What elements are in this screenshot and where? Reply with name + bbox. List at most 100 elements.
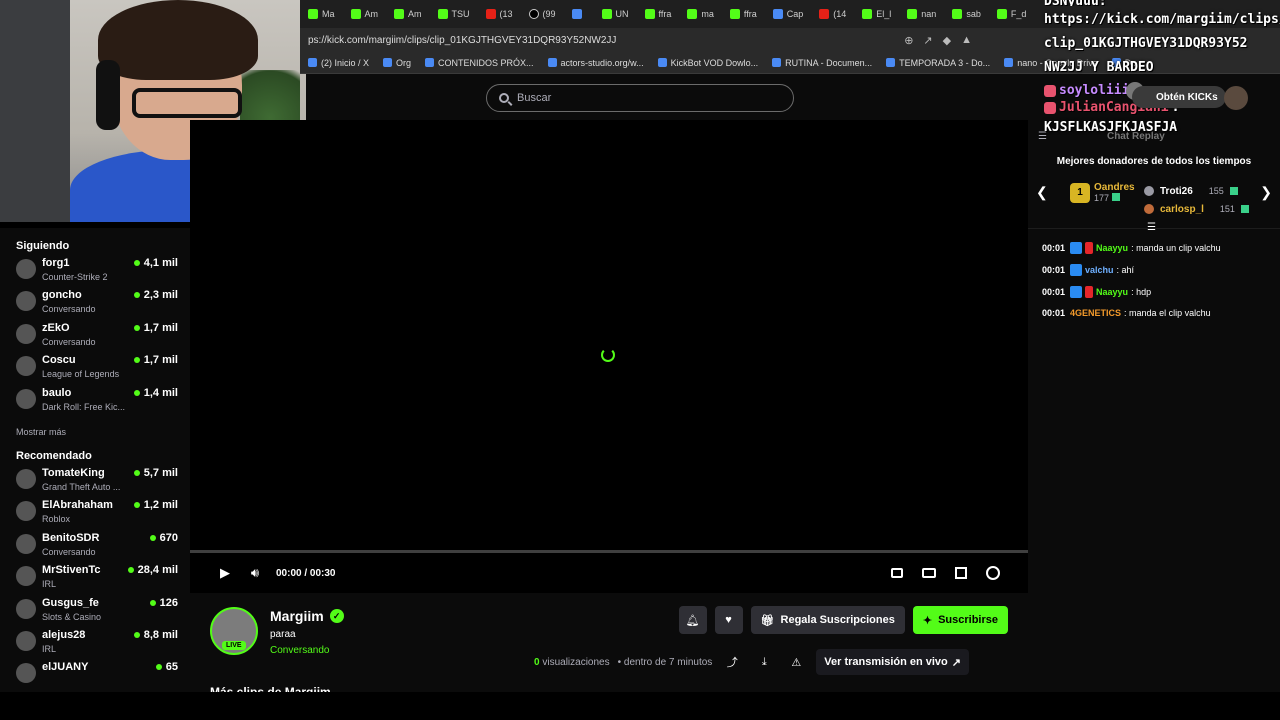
browser-tab[interactable]: ma [679, 0, 722, 28]
browser-tab[interactable]: sab [944, 0, 989, 28]
subscriber-badge-icon [1070, 286, 1083, 298]
play-icon[interactable]: ▶ [214, 562, 236, 584]
browser-tab[interactable]: Am [343, 0, 387, 28]
loading-spinner-icon [601, 348, 615, 362]
browser-tab[interactable]: F_d [989, 0, 1035, 28]
browser-tab[interactable]: Am [386, 0, 430, 28]
sidebar-channel-item[interactable]: elJUANY 65 [0, 660, 190, 692]
share-icon[interactable]: ↗ [923, 34, 932, 47]
browser-tab[interactable]: (13 [478, 0, 521, 28]
bookmark-item[interactable]: CONTENIDOS PRÓX... [425, 58, 534, 68]
sidebar-channel-item[interactable]: forg1 Counter-Strike 2 4,1 mil [0, 256, 190, 288]
bookmark-item[interactable]: TEMPORADA 3 - Do... [886, 58, 990, 68]
download-icon[interactable]: ⤓ [752, 656, 776, 669]
live-dot-icon [133, 324, 140, 331]
live-dot-icon [155, 664, 162, 671]
sidebar-channel-item[interactable]: Coscu League of Legends 1,7 mil [0, 353, 190, 385]
sidebar-channel-item[interactable]: baulo Dark Roll: Free Kic... 1,4 mil [0, 386, 190, 418]
donor-name: Troti26 [1160, 185, 1193, 197]
sidebar-channel-item[interactable]: zEkO Conversando 1,7 mil [0, 321, 190, 353]
bookmark-item[interactable]: Org [383, 58, 411, 68]
browser-tab[interactable]: nan [899, 0, 944, 28]
show-more-link[interactable]: Mostrar más [0, 418, 190, 446]
sidebar-channel-item[interactable]: alejus28 IRL 8,8 mil [0, 628, 190, 660]
watch-live-button[interactable]: Ver transmisión en vivo ↗ [816, 649, 969, 675]
bookmark-label: actors-studio.org/w... [560, 57, 644, 68]
rewards-icon[interactable]: ▲ [961, 34, 972, 47]
sidebar-channel-item[interactable]: MrStivenTc IRL 28,4 mil [0, 563, 190, 595]
bookmark-item[interactable]: KickBot VOD Dowlo... [657, 58, 758, 68]
bookmark-item[interactable]: RUTINA - Documen... [772, 58, 872, 68]
brave-shield-icon[interactable]: ◆ [943, 34, 951, 47]
sidebar-channel-item[interactable]: Gusgus_fe Slots & Casino 126 [0, 596, 190, 628]
user-avatar[interactable] [1224, 86, 1248, 110]
volume-icon[interactable]: 🔊︎ [244, 562, 266, 584]
channel-name: ElAbrahaham [42, 499, 113, 512]
browser-tab[interactable]: ffra [722, 0, 765, 28]
browser-tab[interactable]: TSU [430, 0, 478, 28]
viewer-count: 8,8 mil [143, 628, 178, 641]
live-dot-icon [149, 534, 156, 541]
bookmark-icon [425, 58, 435, 67]
follow-button[interactable]: ♥ [714, 606, 743, 634]
browser-tab[interactable]: UN [594, 0, 637, 28]
tab-label: (13 [499, 9, 513, 19]
report-icon[interactable]: ⚠ [784, 656, 808, 669]
star-icon: ✦ [922, 614, 933, 627]
bookmark-item[interactable]: (2) Inicio / X [308, 58, 369, 68]
get-kicks-button[interactable]: Obtén KICKs [1132, 86, 1226, 108]
subscribe-button[interactable]: ✦ Suscribirse [912, 606, 1008, 634]
channel-category: Counter-Strike 2 [42, 272, 108, 282]
sidebar-channel-item[interactable]: TomateKing Grand Theft Auto ... 5,7 mil [0, 466, 190, 498]
bookmark-label: (2) Inicio / X [321, 57, 370, 68]
channel-name: Coscu [42, 354, 76, 367]
chat-username[interactable]: valchu [1085, 265, 1114, 275]
chat-message: 00:01 Naayyu: manda un clip valchu [1042, 242, 1221, 254]
channel-avatar [16, 388, 36, 409]
search-input[interactable]: Buscar [486, 84, 794, 112]
browser-tab[interactable] [564, 0, 594, 28]
chat-username[interactable]: Naayyu [1096, 287, 1128, 297]
stream-category[interactable]: Conversando [270, 645, 329, 656]
fullscreen-icon[interactable] [950, 562, 972, 584]
video-player[interactable] [190, 120, 1028, 552]
zoom-icon[interactable]: ⊕ [904, 34, 913, 47]
browser-tab[interactable]: Cap [765, 0, 812, 28]
playback-speed-icon[interactable] [982, 562, 1004, 584]
browser-tab[interactable]: El_l [854, 0, 899, 28]
chat-username[interactable]: Naayyu [1096, 243, 1128, 253]
share-clip-icon[interactable]: ⤴ [720, 654, 744, 670]
sidebar-channel-item[interactable]: goncho Conversando 2,3 mil [0, 288, 190, 320]
channel-name: BenitoSDR [42, 531, 100, 544]
browser-tab[interactable]: (99 [521, 0, 564, 28]
sidebar: Siguiendo forg1 Counter-Strike 2 4,1 mil go… [0, 228, 190, 692]
chat-username[interactable]: 4GENETICS [1070, 308, 1121, 318]
channel-name[interactable]: Margiim [270, 608, 324, 624]
top-donors: ❮ 1 Oandres 177 Troti26 155 carlosp_l 15… [1028, 178, 1280, 218]
tab-favicon-icon [772, 9, 783, 19]
channel-name: baulo [42, 386, 72, 399]
chat-timestamp: 00:01 [1042, 287, 1066, 297]
channel-avatar [16, 259, 36, 279]
chevron-left-icon[interactable]: ❮ [1036, 184, 1048, 201]
tab-label: ffra [658, 9, 672, 19]
donor-amount: 177 [1094, 193, 1110, 203]
bookmark-item[interactable]: actors-studio.org/w... [547, 57, 644, 68]
gift-subs-button[interactable]: 🎁︎ Regala Suscripciones [750, 606, 905, 634]
sidebar-channel-item[interactable]: BenitoSDR Conversando 670 [0, 531, 190, 563]
mini-player-icon[interactable] [886, 562, 908, 584]
gifter-badge-icon [1085, 242, 1094, 254]
sidebar-channel-item[interactable]: ElAbrahaham Roblox 1,2 mil [0, 498, 190, 530]
chat-timestamp: 00:01 [1042, 265, 1066, 275]
browser-tab[interactable]: ffra [637, 0, 680, 28]
subscriber-badge-icon [1070, 264, 1083, 276]
url-text[interactable]: ps://kick.com/margiim/clips/clip_01KGJTH… [308, 35, 904, 46]
viewer-count: 1,7 mil [143, 354, 178, 367]
browser-tab[interactable]: Ma [300, 0, 343, 28]
theater-mode-icon[interactable] [918, 562, 940, 584]
notifications-button[interactable]: 🔔︎ [678, 606, 707, 634]
chevron-right-icon[interactable]: ❯ [1260, 184, 1272, 201]
search-icon [499, 93, 509, 103]
browser-tab[interactable]: (14 [811, 0, 854, 28]
tab-favicon-icon [952, 9, 963, 19]
